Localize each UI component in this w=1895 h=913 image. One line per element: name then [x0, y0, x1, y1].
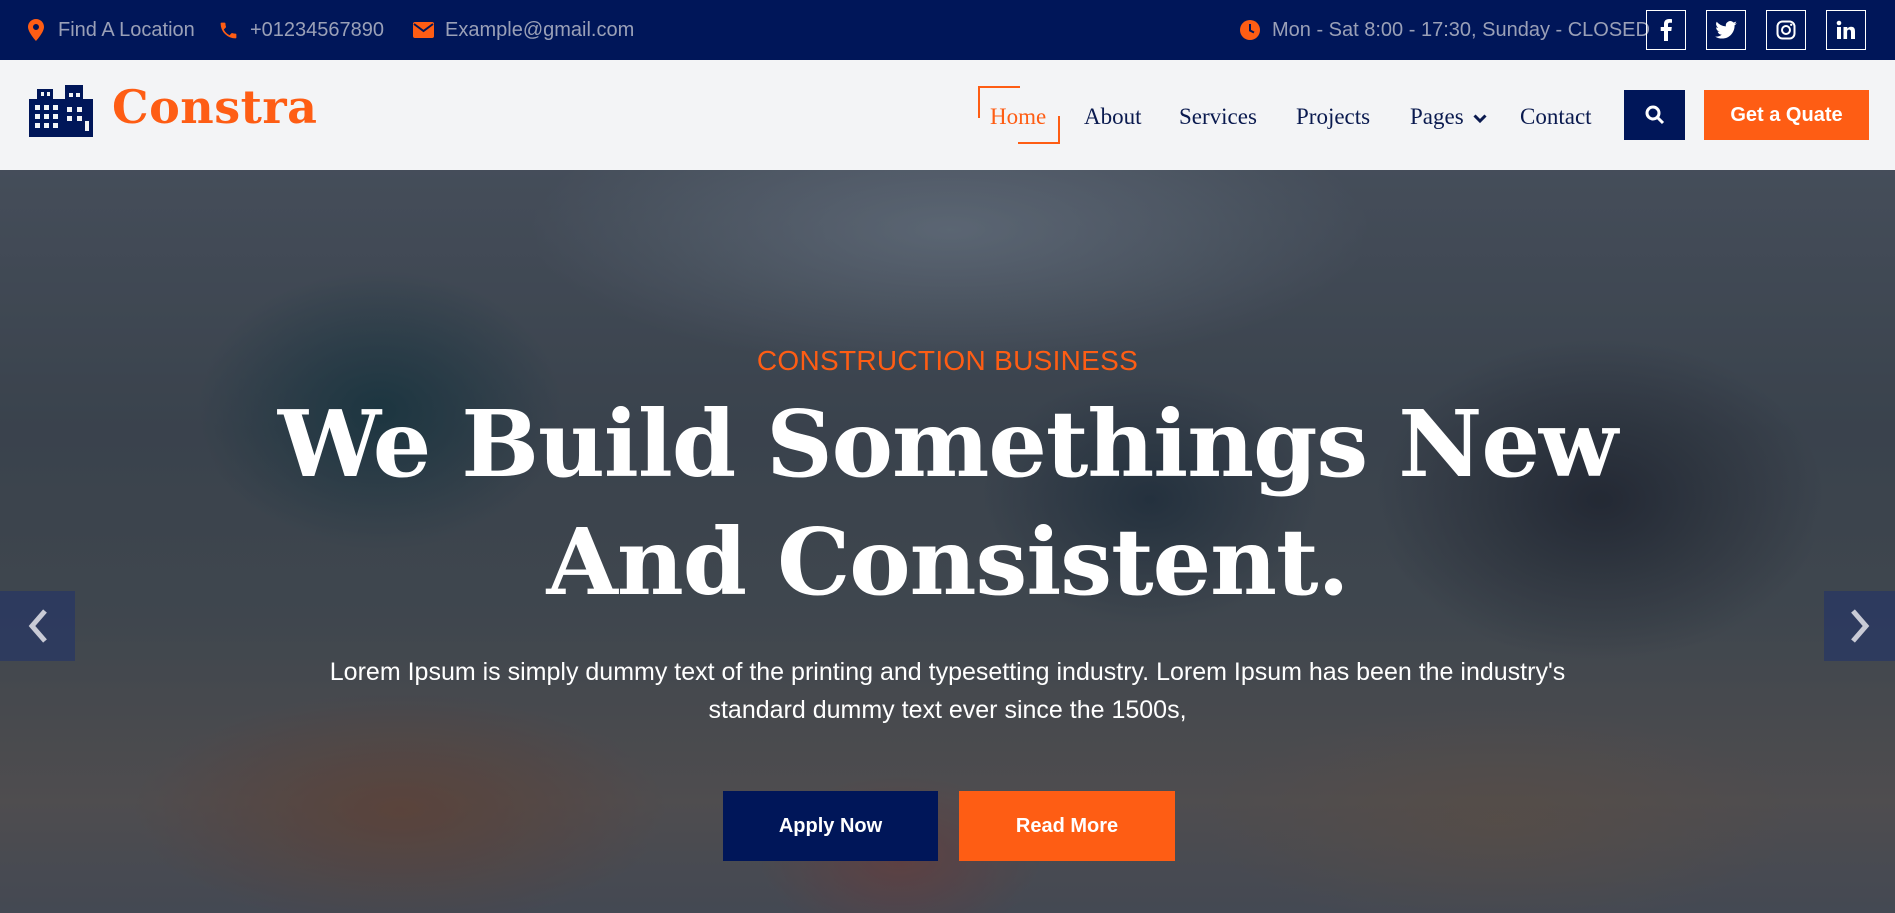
hero-subtitle: CONSTRUCTION BUSINESS — [756, 345, 1139, 376]
nav-about[interactable]: About — [1084, 99, 1142, 135]
phone-icon — [216, 18, 240, 42]
twitter-link[interactable] — [1706, 10, 1746, 50]
get-quote-button[interactable]: Get a Quate — [1704, 90, 1869, 140]
nav-contact[interactable]: Contact — [1520, 99, 1592, 135]
nav-services[interactable]: Services — [1179, 99, 1257, 135]
facebook-icon — [1660, 19, 1672, 41]
hero-slider: CONSTRUCTION BUSINESS We Build Something… — [0, 170, 1895, 913]
clock-icon — [1238, 18, 1262, 42]
main-navbar: Constra Home About Services Projects Pag… — [0, 60, 1895, 170]
phone-text: +01234567890 — [250, 18, 385, 41]
envelope-icon — [411, 18, 435, 42]
search-icon — [1645, 105, 1664, 125]
read-more-button[interactable]: Read More — [959, 791, 1175, 861]
brand-logo-text[interactable]: Constra — [112, 80, 317, 134]
hours-info: Mon - Sat 8:00 - 17:30, Sunday - CLOSED — [1238, 0, 1650, 60]
linkedin-link[interactable] — [1826, 10, 1866, 50]
instagram-icon — [1776, 20, 1796, 40]
chevron-left-icon — [28, 609, 47, 643]
twitter-icon — [1715, 21, 1737, 39]
email-text: Example@gmail.com — [445, 18, 635, 41]
slider-prev-button[interactable] — [0, 591, 75, 661]
instagram-link[interactable] — [1766, 10, 1806, 50]
top-bar: Find A Location +01234567890 Example@gma… — [0, 0, 1895, 60]
slider-next-button[interactable] — [1824, 591, 1895, 661]
building-icon[interactable] — [29, 85, 93, 137]
nav-projects[interactable]: Projects — [1296, 99, 1370, 135]
apply-now-button[interactable]: Apply Now — [723, 791, 938, 861]
hero-description-line-2: standard dummy text ever since the 1500s… — [708, 696, 1187, 724]
email-info[interactable]: Example@gmail.com — [411, 0, 634, 60]
chevron-down-icon — [1473, 114, 1487, 123]
hero-title-line-1: We Build Somethings New — [277, 390, 1618, 498]
chevron-right-icon — [1850, 609, 1869, 643]
location-info[interactable]: Find A Location — [24, 0, 195, 60]
nav-pages-label: Pages — [1410, 104, 1464, 129]
facebook-link[interactable] — [1646, 10, 1686, 50]
nav-home[interactable]: Home — [990, 99, 1046, 135]
map-pin-icon — [24, 18, 48, 42]
hero-title-line-2: And Consistent. — [546, 508, 1349, 616]
hours-text: Mon - Sat 8:00 - 17:30, Sunday - CLOSED — [1272, 18, 1650, 41]
phone-info[interactable]: +01234567890 — [216, 0, 384, 60]
search-button[interactable] — [1624, 90, 1685, 140]
nav-pages[interactable]: Pages — [1410, 99, 1487, 135]
location-text: Find A Location — [58, 18, 195, 41]
linkedin-icon — [1836, 20, 1855, 39]
hero-description-line-1: Lorem Ipsum is simply dummy text of the … — [329, 658, 1566, 686]
